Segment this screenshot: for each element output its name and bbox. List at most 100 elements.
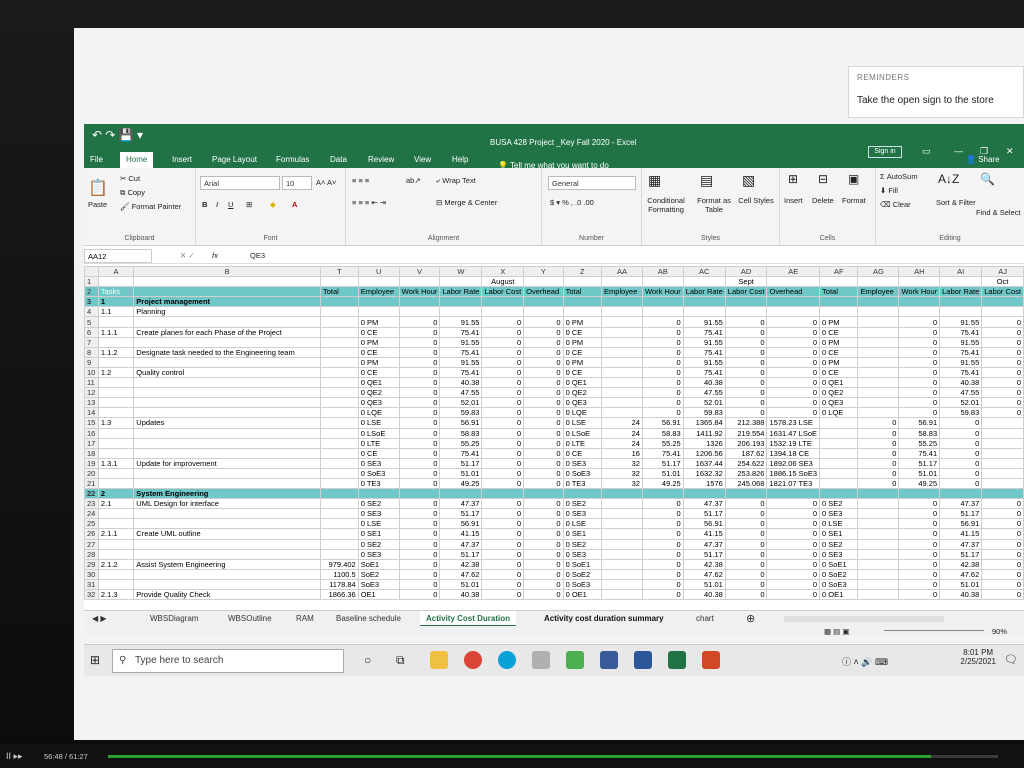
wrap-text-button[interactable]: ⤶ Wrap Text xyxy=(436,176,476,186)
cell-styles-icon[interactable]: ▧ xyxy=(742,172,755,189)
table-cell[interactable]: 0 xyxy=(766,578,821,591)
table-cell[interactable]: 0 xyxy=(641,397,684,409)
table-cell[interactable]: 47.37 xyxy=(682,538,726,550)
table-cell[interactable] xyxy=(523,488,564,500)
table-cell[interactable]: 24 xyxy=(601,427,643,439)
table-cell[interactable] xyxy=(319,518,359,530)
table-cell[interactable]: 0 xyxy=(523,548,564,560)
table-cell[interactable]: 0 xyxy=(898,528,941,540)
table-cell[interactable]: 0 CE xyxy=(562,346,603,358)
table-cell[interactable]: 0 CE xyxy=(562,366,603,379)
table-cell[interactable]: 0 xyxy=(766,518,821,530)
table-cell[interactable]: 0 LQE xyxy=(357,407,400,419)
row-number[interactable]: 9 xyxy=(84,356,99,368)
row-number[interactable]: 2 xyxy=(84,286,99,298)
table-cell[interactable]: 1.2 xyxy=(97,366,135,379)
row-number[interactable]: 5 xyxy=(84,316,99,328)
table-cell[interactable] xyxy=(319,477,359,490)
table-cell[interactable] xyxy=(562,488,603,500)
table-cell[interactable] xyxy=(857,346,900,358)
table-cell[interactable]: 1100.5 xyxy=(319,568,359,580)
table-cell[interactable] xyxy=(981,306,1024,318)
table-cell[interactable]: 0 xyxy=(766,397,821,409)
table-cell[interactable]: 0 xyxy=(981,336,1024,348)
table-cell[interactable]: 0 xyxy=(766,377,821,389)
table-cell[interactable]: 47.55 xyxy=(939,387,983,399)
row-number[interactable]: 13 xyxy=(84,397,99,409)
table-cell[interactable] xyxy=(819,437,859,449)
table-cell[interactable]: SoE2 xyxy=(357,568,400,580)
table-cell[interactable]: 0 xyxy=(766,356,821,368)
table-cell[interactable]: 0 LSE xyxy=(357,518,400,530)
table-cell[interactable] xyxy=(857,397,900,409)
excel-icon[interactable] xyxy=(668,651,686,669)
table-cell[interactable]: 0 SE3 xyxy=(562,548,603,560)
table-cell[interactable]: 0 SoE1 xyxy=(562,558,603,570)
table-cell[interactable]: 58.83 xyxy=(439,427,483,439)
column-header[interactable]: AI xyxy=(939,266,983,278)
table-cell[interactable]: 0 xyxy=(724,498,768,510)
horizontal-scrollbar[interactable] xyxy=(784,616,944,622)
table-cell[interactable]: 0 xyxy=(981,498,1024,510)
table-cell[interactable]: 1206.56 xyxy=(682,447,726,459)
table-cell[interactable]: 0 xyxy=(481,508,525,520)
table-cell[interactable] xyxy=(133,518,321,530)
chrome-icon[interactable] xyxy=(464,651,482,669)
table-cell[interactable]: 0 xyxy=(481,417,525,429)
table-cell[interactable] xyxy=(724,296,768,308)
table-cell[interactable]: 253.826 xyxy=(724,467,768,479)
table-cell[interactable] xyxy=(898,306,941,318)
table-cell[interactable] xyxy=(97,336,135,348)
format-cells-icon[interactable]: ▣ xyxy=(848,172,859,186)
table-cell[interactable]: 0 xyxy=(398,457,441,469)
table-cell[interactable]: 56.91 xyxy=(898,417,941,429)
table-cell[interactable]: 75.41 xyxy=(439,366,483,379)
sort-filter-icon[interactable]: A↓Z xyxy=(938,172,959,186)
table-cell[interactable]: 0 xyxy=(724,578,768,591)
header-cell[interactable]: Employee xyxy=(601,286,643,298)
table-cell[interactable]: 0 xyxy=(481,427,525,439)
table-cell[interactable]: 0 xyxy=(981,578,1024,591)
table-cell[interactable]: 0 xyxy=(766,407,821,419)
fx-label[interactable]: fx xyxy=(212,251,218,260)
table-cell[interactable] xyxy=(439,306,483,318)
table-cell[interactable]: 42.38 xyxy=(939,558,983,570)
table-cell[interactable]: 0 xyxy=(481,387,525,399)
header-cell[interactable]: Labor Cost xyxy=(981,286,1024,298)
header-cell[interactable] xyxy=(523,276,564,288)
row-number[interactable]: 32 xyxy=(84,588,99,601)
table-cell[interactable]: 0 xyxy=(481,588,525,601)
table-cell[interactable]: 0 xyxy=(398,467,441,479)
table-cell[interactable] xyxy=(857,377,900,389)
table-cell[interactable]: 47.37 xyxy=(939,498,983,510)
header-cell[interactable]: Total xyxy=(819,286,859,298)
table-cell[interactable]: 0 xyxy=(981,568,1024,580)
header-cell[interactable] xyxy=(682,276,726,288)
table-cell[interactable]: 0 xyxy=(481,356,525,368)
row-number[interactable]: 24 xyxy=(84,508,99,520)
table-cell[interactable]: 0 SoE1 xyxy=(819,558,859,570)
table-cell[interactable]: 0 xyxy=(641,387,684,399)
sort-filter-button[interactable]: Sort & Filter xyxy=(936,198,976,207)
table-cell[interactable]: 0 xyxy=(398,346,441,358)
table-cell[interactable]: 0 SE3 xyxy=(357,457,400,469)
table-cell[interactable]: 219.554 xyxy=(724,427,768,439)
table-cell[interactable]: 0 xyxy=(398,427,441,439)
table-cell[interactable]: 0 xyxy=(523,467,564,479)
find-select-button[interactable]: Find & Select xyxy=(976,208,1021,217)
table-cell[interactable]: 0 xyxy=(523,407,564,419)
table-cell[interactable] xyxy=(319,326,359,338)
table-cell[interactable] xyxy=(133,387,321,399)
header-cell[interactable]: August xyxy=(481,276,525,288)
table-cell[interactable] xyxy=(981,488,1024,500)
table-cell[interactable] xyxy=(641,306,684,318)
table-cell[interactable]: 0 SE3 xyxy=(562,508,603,520)
table-cell[interactable]: 91.55 xyxy=(682,316,726,328)
table-cell[interactable] xyxy=(319,427,359,439)
table-cell[interactable] xyxy=(133,356,321,368)
table-cell[interactable] xyxy=(601,548,643,560)
table-cell[interactable]: 0 CE xyxy=(819,326,859,338)
table-cell[interactable] xyxy=(97,407,135,419)
sheet-tab-wbsdiagram[interactable]: WBSDiagram xyxy=(144,611,204,627)
table-cell[interactable]: 1637.44 xyxy=(682,457,726,469)
